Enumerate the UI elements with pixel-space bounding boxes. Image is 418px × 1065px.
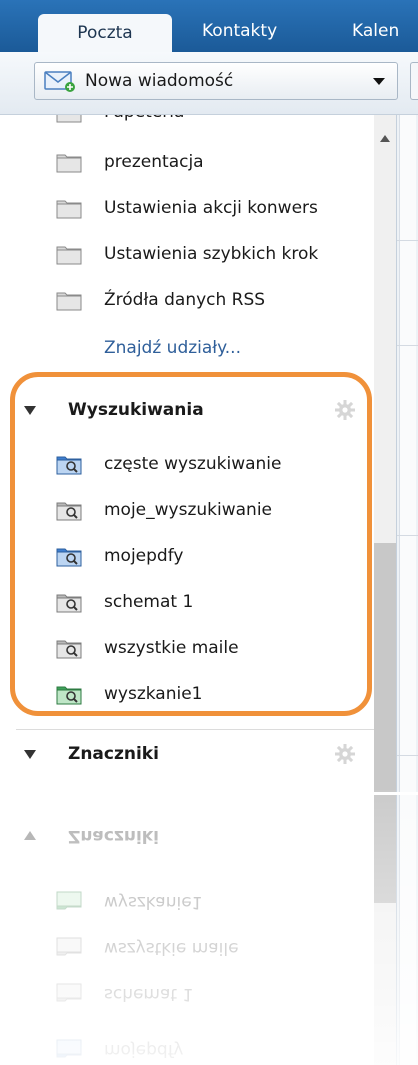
folder-label: Papeteria bbox=[104, 115, 184, 135]
toolbar: Nowa wiadomość bbox=[0, 52, 418, 115]
search-folder-icon bbox=[56, 640, 82, 659]
folder-label: Ustawienia szybkich krok bbox=[104, 244, 319, 264]
scroll-up-arrow-icon[interactable] bbox=[380, 135, 390, 142]
new-message-label: Nowa wiadomość bbox=[85, 71, 234, 91]
search-folder-label: mojepdfy bbox=[104, 1040, 184, 1060]
folder-icon bbox=[56, 154, 82, 173]
chevron-down-icon[interactable] bbox=[373, 78, 385, 85]
row-separator bbox=[397, 755, 418, 756]
new-message-button[interactable]: Nowa wiadomość bbox=[34, 62, 398, 100]
folder-icon bbox=[56, 115, 82, 123]
row-separator bbox=[397, 345, 418, 346]
gear-icon[interactable] bbox=[334, 743, 356, 765]
search-folder-icon bbox=[56, 891, 82, 910]
message-list-column bbox=[399, 115, 416, 1065]
search-folder-label: schemat 1 bbox=[104, 984, 194, 1004]
search-folder-item[interactable]: moje_wyszukiwanie bbox=[16, 487, 374, 533]
folder-item[interactable]: Źródła danych RSS bbox=[16, 277, 374, 323]
reflection: mojepdfy schemat 1 wszystkie maile wyszk… bbox=[16, 795, 374, 1065]
scrollbar-thumb[interactable] bbox=[374, 543, 396, 903]
collapse-triangle-icon[interactable] bbox=[24, 406, 36, 415]
folder-icon bbox=[56, 292, 82, 311]
search-folder-icon bbox=[56, 937, 82, 956]
folder-item[interactable]: Ustawienia akcji konwers bbox=[16, 185, 374, 231]
mail-app-window: Poczta Kontakty Kalen Nowa wiadomość Pap… bbox=[0, 0, 418, 1065]
section-divider bbox=[16, 729, 374, 730]
toolbar-next-button[interactable] bbox=[410, 62, 418, 100]
search-folder-item-reflection: wyszkanie1 bbox=[16, 879, 374, 925]
search-folder-item-reflection: mojepdfy bbox=[16, 1027, 374, 1065]
folder-pane-scrollbar[interactable] bbox=[374, 115, 396, 1065]
search-folder-item[interactable]: częste wyszukiwanie bbox=[16, 441, 374, 487]
search-folder-icon bbox=[56, 548, 82, 567]
tags-section-header[interactable]: Znaczniki bbox=[16, 731, 374, 777]
search-folder-label: mojepdfy bbox=[104, 546, 184, 566]
folder-icon bbox=[56, 200, 82, 219]
new-mail-icon bbox=[44, 71, 75, 92]
search-folder-label: wszystkie maile bbox=[104, 638, 239, 658]
tab-mail[interactable]: Poczta bbox=[38, 14, 172, 54]
find-shares-label: Znajdź udziały... bbox=[104, 338, 241, 358]
message-list-edge bbox=[396, 115, 418, 1065]
search-folder-item[interactable]: wszystkie maile bbox=[16, 625, 374, 671]
folder-item[interactable]: prezentacja bbox=[16, 139, 374, 185]
find-shares-link[interactable]: Znajdź udziały... bbox=[16, 325, 374, 371]
tags-section-header-reflection: Znaczniki bbox=[16, 813, 374, 859]
tags-section-title: Znaczniki bbox=[68, 744, 159, 764]
search-folder-label: wszystkie maile bbox=[104, 938, 239, 958]
left-gutter bbox=[0, 115, 16, 1065]
search-folder-item-reflection: schemat 1 bbox=[16, 971, 374, 1017]
search-folder-icon bbox=[56, 1039, 82, 1058]
tab-contacts[interactable]: Kontakty bbox=[188, 12, 291, 52]
searches-section-title: Wyszukiwania bbox=[68, 400, 204, 420]
collapse-triangle-icon[interactable] bbox=[24, 750, 36, 759]
search-folder-item-reflection: wszystkie maile bbox=[16, 925, 374, 971]
folder-label: prezentacja bbox=[104, 152, 204, 172]
search-folder-item[interactable]: mojepdfy bbox=[16, 533, 374, 579]
search-folder-label: schemat 1 bbox=[104, 592, 194, 612]
collapse-triangle-icon bbox=[24, 831, 36, 840]
folder-item[interactable]: Papeteria bbox=[16, 115, 374, 135]
search-folder-label: wyszkanie1 bbox=[104, 684, 203, 704]
tags-section-title: Znaczniki bbox=[68, 826, 159, 846]
search-folder-label: częste wyszukiwanie bbox=[104, 454, 282, 474]
search-folder-item[interactable]: schemat 1 bbox=[16, 579, 374, 625]
gear-icon[interactable] bbox=[334, 399, 356, 421]
top-tab-bar: Poczta Kontakty Kalen bbox=[0, 0, 418, 54]
folder-item[interactable]: Ustawienia szybkich krok bbox=[16, 231, 374, 277]
search-folder-label: wyszkanie1 bbox=[104, 892, 203, 912]
search-folder-item[interactable]: wyszkanie1 bbox=[16, 671, 374, 717]
row-separator bbox=[397, 240, 418, 241]
folder-label: Ustawienia akcji konwers bbox=[104, 198, 318, 218]
search-folder-icon bbox=[56, 456, 82, 475]
folder-label: Źródła danych RSS bbox=[104, 290, 266, 310]
search-folder-icon bbox=[56, 502, 82, 521]
search-folder-icon bbox=[56, 594, 82, 613]
search-folder-icon bbox=[56, 686, 82, 705]
search-folder-icon bbox=[56, 983, 82, 1002]
searches-section-header[interactable]: Wyszukiwania bbox=[16, 387, 374, 433]
search-folder-label: moje_wyszukiwanie bbox=[104, 500, 273, 520]
row-separator bbox=[397, 535, 418, 536]
folder-icon bbox=[56, 246, 82, 265]
tab-calendar[interactable]: Kalen bbox=[338, 12, 413, 52]
